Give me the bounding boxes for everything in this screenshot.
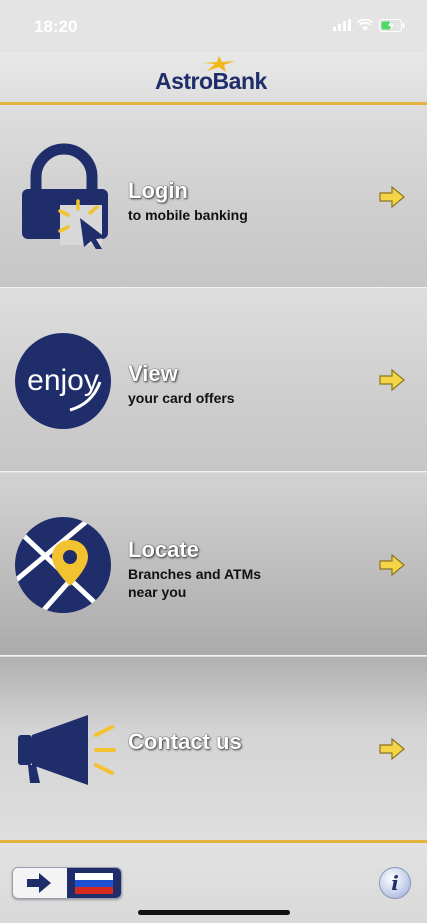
logo-star-icon	[203, 56, 235, 72]
locate-subtitle-line1: Branches and ATMs	[128, 566, 262, 582]
menu-item-login[interactable]: Login to mobile banking	[0, 105, 427, 288]
menu-item-locate[interactable]: Locate Branches and ATMs near you	[0, 473, 427, 656]
view-title: View	[128, 361, 178, 386]
exit-arrow-icon	[27, 873, 51, 893]
app-header: AstroBank	[0, 52, 427, 102]
arrow-right-icon	[379, 185, 405, 209]
megaphone-icon	[18, 715, 116, 785]
logout-button[interactable]	[13, 868, 67, 898]
wifi-icon	[357, 19, 373, 31]
status-icons	[333, 18, 405, 32]
svg-text:enjoy: enjoy	[27, 364, 99, 397]
arrow-right-icon	[379, 368, 405, 392]
home-indicator[interactable]	[138, 910, 290, 915]
russian-flag-icon	[75, 873, 113, 894]
menu-item-view[interactable]: enjoy View your card offers	[0, 289, 427, 472]
arrow-right-icon	[379, 737, 405, 761]
signal-icon	[333, 19, 351, 31]
login-subtitle: to mobile banking	[128, 207, 248, 223]
info-button[interactable]: i	[379, 867, 411, 899]
status-time: 18:20	[34, 17, 78, 36]
map-pin-icon	[15, 517, 111, 613]
lock-icon	[22, 143, 108, 249]
view-subtitle: your card offers	[128, 390, 235, 406]
language-switch[interactable]	[12, 867, 122, 899]
language-russian-button[interactable]	[67, 868, 121, 898]
menu-item-contact[interactable]: Contact us	[0, 657, 427, 841]
status-bar: 18:20	[0, 0, 427, 52]
battery-icon	[379, 18, 405, 32]
arrow-right-icon	[379, 553, 405, 577]
contact-title: Contact us	[128, 729, 242, 754]
enjoy-logo-icon: enjoy	[15, 333, 111, 429]
locate-subtitle-line2: near you	[128, 584, 187, 600]
locate-title: Locate	[128, 537, 199, 562]
login-title: Login	[128, 178, 188, 203]
